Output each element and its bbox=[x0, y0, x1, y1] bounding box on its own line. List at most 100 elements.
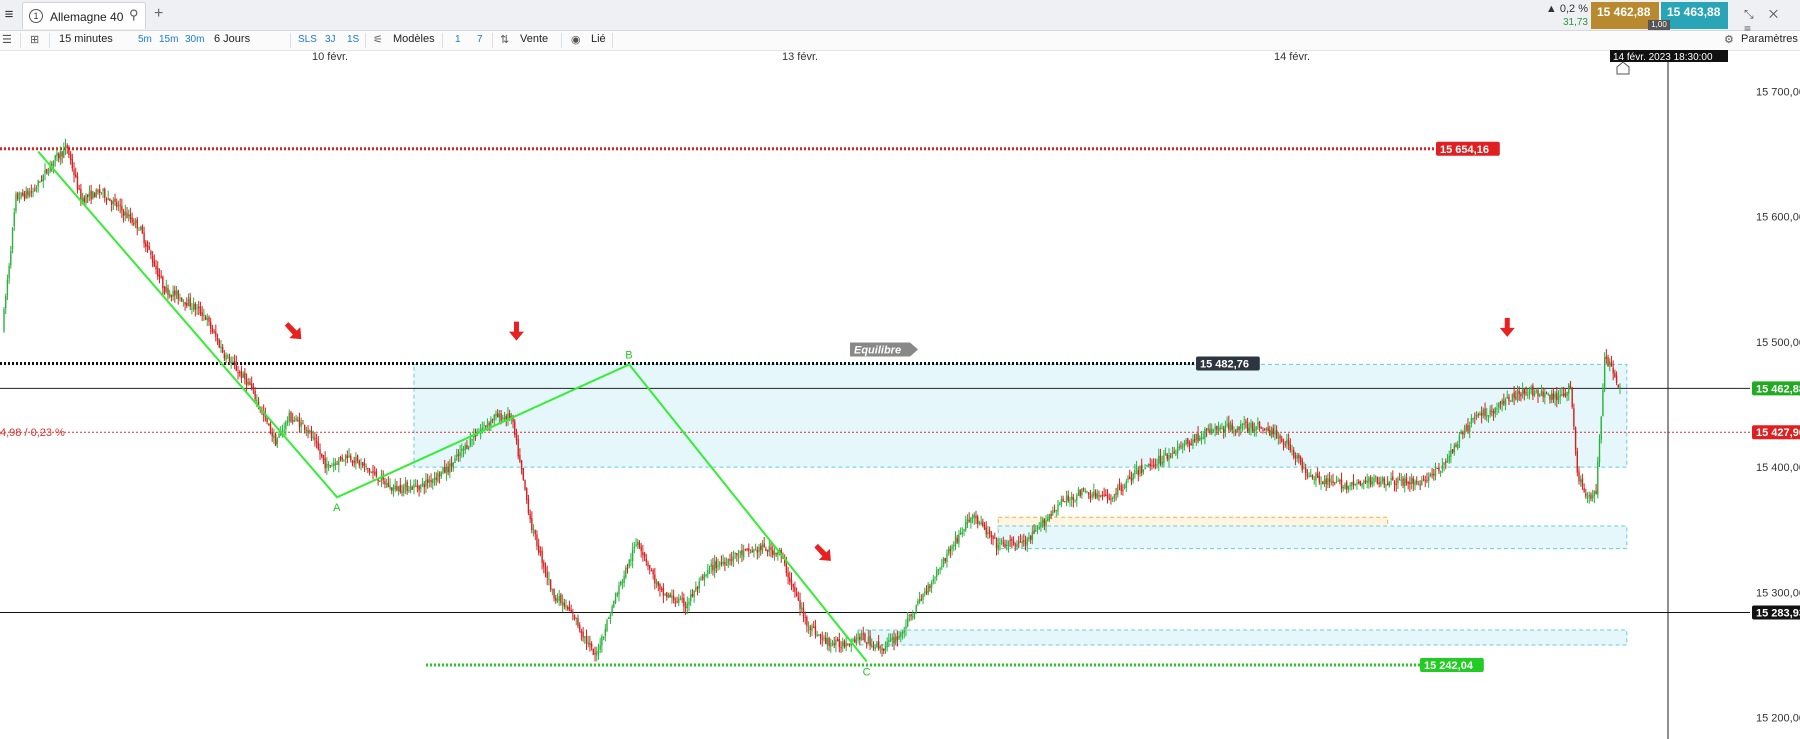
candle-body bbox=[917, 600, 919, 605]
candle-body bbox=[1520, 393, 1522, 397]
candle-body bbox=[836, 639, 839, 641]
candle-body bbox=[46, 168, 48, 173]
chart-canvas[interactable]: 15 654,16 15 482,76 Equilibre 15 462,88 15 4… bbox=[0, 50, 1800, 739]
candle-body bbox=[949, 548, 952, 551]
chart-toolbar: ☰ ⊞ 15 minutes 5m 15m 30m 6 Jours SLS 3J… bbox=[0, 31, 1800, 51]
candle-body bbox=[884, 645, 887, 651]
candle-body bbox=[365, 466, 367, 468]
candle-body bbox=[397, 486, 400, 492]
candle-body bbox=[256, 400, 258, 402]
gear-icon[interactable]: ⚙ bbox=[1724, 33, 1734, 46]
horizontal-line-label: 15 283,93 bbox=[1756, 608, 1800, 620]
candle-body bbox=[160, 276, 162, 278]
list-icon[interactable]: ☰ bbox=[2, 33, 12, 46]
candle-body bbox=[1453, 445, 1456, 453]
candle-body bbox=[375, 471, 378, 478]
candle-body bbox=[461, 448, 463, 452]
period-sls-button[interactable]: SLS bbox=[298, 34, 317, 45]
candle-body bbox=[322, 455, 325, 460]
candle-body bbox=[406, 481, 408, 492]
candle-body bbox=[1036, 527, 1039, 529]
candle-body bbox=[1103, 494, 1105, 496]
candle-body bbox=[230, 362, 232, 364]
candle-body bbox=[1371, 481, 1374, 485]
candle-body bbox=[373, 472, 376, 474]
candle-body bbox=[819, 634, 822, 638]
hamburger-icon[interactable]: ≡ bbox=[0, 6, 18, 24]
period-3j-button[interactable]: 3J bbox=[325, 34, 336, 45]
interval-select[interactable]: 15 minutes bbox=[59, 33, 113, 45]
buy-price-button[interactable]: 15 463,88 bbox=[1661, 2, 1728, 29]
candle-body bbox=[1416, 480, 1418, 483]
candle-body bbox=[748, 548, 750, 552]
candle-body bbox=[970, 517, 972, 523]
candle-body bbox=[630, 559, 632, 561]
candle-body bbox=[116, 202, 118, 207]
candle-body bbox=[163, 286, 166, 294]
candle-body bbox=[204, 316, 207, 321]
candle-body bbox=[250, 383, 253, 389]
candle-body bbox=[640, 546, 642, 552]
settings-button[interactable]: Paramètres bbox=[1741, 33, 1798, 45]
option-1-button[interactable]: 1 bbox=[455, 34, 461, 45]
candle-body bbox=[976, 516, 979, 524]
interval-5m[interactable]: 5m bbox=[138, 34, 152, 45]
candle-body bbox=[1316, 473, 1319, 478]
candle-body bbox=[843, 640, 846, 647]
period-1s-button[interactable]: 1S bbox=[347, 34, 359, 45]
eye-icon[interactable]: ◉ bbox=[571, 33, 581, 46]
layout-icon[interactable]: ⊞ bbox=[30, 33, 39, 46]
candle-body bbox=[1159, 455, 1162, 464]
change-percent: ▲ 0,2 % bbox=[1545, 3, 1588, 15]
interval-15m[interactable]: 15m bbox=[159, 34, 178, 45]
candle-body bbox=[1397, 478, 1399, 484]
candle-body bbox=[1115, 493, 1117, 495]
interval-30m[interactable]: 30m bbox=[185, 34, 204, 45]
candle-body bbox=[761, 544, 764, 552]
candle-body bbox=[25, 190, 27, 198]
models-icon[interactable]: ⚟ bbox=[373, 33, 383, 46]
candle-body bbox=[652, 570, 654, 575]
linked-button[interactable]: Lié bbox=[591, 33, 606, 45]
models-button[interactable]: Modèles bbox=[393, 33, 435, 45]
candle-body bbox=[891, 637, 893, 640]
option-7-button[interactable]: 7 bbox=[477, 34, 483, 45]
candle-body bbox=[1414, 481, 1416, 486]
candle-body bbox=[40, 180, 43, 182]
candle-body bbox=[1050, 514, 1052, 517]
candle-body bbox=[165, 286, 167, 292]
candle-body bbox=[44, 169, 46, 174]
add-tab-icon[interactable]: + bbox=[154, 5, 163, 23]
candle-body bbox=[1117, 486, 1119, 495]
candle-body bbox=[1298, 455, 1300, 459]
candle-body bbox=[343, 459, 345, 461]
sell-button[interactable]: Vente bbox=[520, 33, 548, 45]
instrument-tab[interactable]: 1 Allemagne 40 ⚲ bbox=[22, 2, 146, 29]
candle-body bbox=[37, 180, 39, 187]
search-icon[interactable]: ⚲ bbox=[129, 7, 139, 23]
candle-body bbox=[703, 574, 706, 580]
candle-body bbox=[392, 487, 395, 491]
price-chart[interactable]: 15 654,16 15 482,76 Equilibre 15 462,88 15 4… bbox=[0, 50, 1800, 739]
candle-body bbox=[604, 629, 607, 637]
candle-body bbox=[1356, 483, 1358, 485]
candle-body bbox=[1193, 439, 1196, 442]
candle-body bbox=[1192, 439, 1194, 446]
candle-body bbox=[799, 600, 801, 609]
title-bar: ≡ 1 Allemagne 40 ⚲ + ▲ 0,2 % 31,73 15 46… bbox=[0, 0, 1800, 36]
candle-body bbox=[1163, 455, 1165, 464]
candle-body bbox=[560, 594, 562, 604]
candle-body bbox=[988, 530, 991, 535]
candle-body bbox=[1011, 539, 1013, 541]
candle-body bbox=[1340, 479, 1343, 489]
candle-body bbox=[777, 552, 779, 556]
candle-body bbox=[1052, 510, 1054, 515]
candle-body bbox=[801, 608, 803, 610]
candle-body bbox=[114, 198, 116, 202]
candle-body bbox=[146, 244, 149, 248]
candle-body bbox=[614, 596, 617, 603]
candle-body bbox=[1060, 499, 1063, 505]
indicator-icon[interactable]: ⇅ bbox=[500, 33, 509, 46]
period-select[interactable]: 6 Jours bbox=[214, 33, 250, 45]
candle-body bbox=[578, 624, 581, 630]
